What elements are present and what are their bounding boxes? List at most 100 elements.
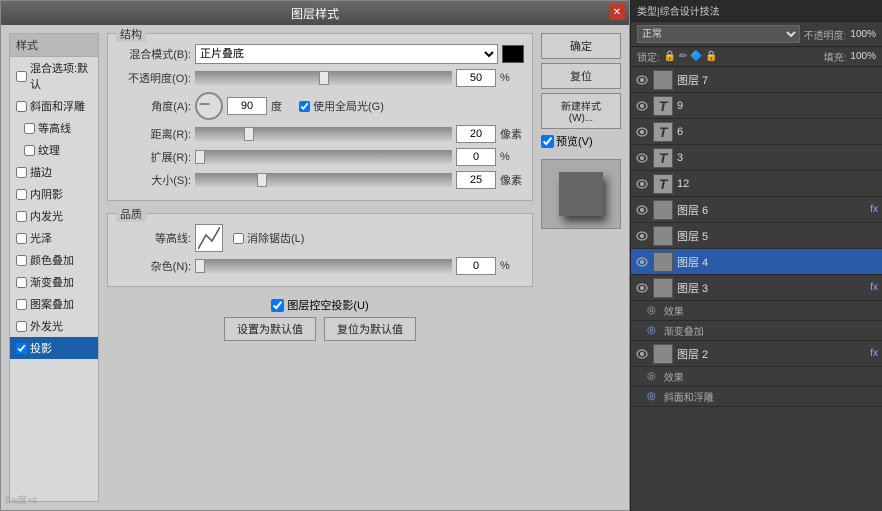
dialog-close-button[interactable]: ✕ [609, 4, 625, 20]
dialog-title: 图层样式 [291, 5, 339, 22]
layer-eye-0[interactable] [635, 73, 649, 87]
layer-eye-1[interactable] [635, 99, 649, 113]
layer-thumb-5 [653, 200, 673, 220]
layer-eye-3[interactable] [635, 151, 649, 165]
layer-eye-9[interactable] [635, 347, 649, 361]
fill-label: 填充: [824, 49, 847, 64]
layer-thumb-9 [653, 344, 673, 364]
reset-default-button[interactable]: 复位为默认值 [324, 317, 416, 341]
layer-opacity-label: 不透明度: [804, 27, 847, 42]
layer-item-8[interactable]: 图层 3fx [631, 275, 882, 301]
layer-thumb-7 [653, 252, 673, 272]
antialias-label: 消除锯齿(L) [233, 230, 304, 246]
layer-eye-4[interactable] [635, 177, 649, 191]
sidebar-checkbox-2[interactable] [24, 123, 35, 134]
preview-checkbox[interactable] [541, 135, 554, 148]
layer-thumb-0 [653, 70, 673, 90]
layer-item-7[interactable]: 图层 4 [631, 249, 882, 275]
noise-input[interactable] [456, 257, 496, 275]
sidebar-item-3[interactable]: 纹理 [10, 139, 98, 161]
global-light-checkbox[interactable] [299, 101, 310, 112]
sidebar-item-10[interactable]: 图案叠加 [10, 293, 98, 315]
sidebar-checkbox-3[interactable] [24, 145, 35, 156]
sidebar-checkbox-6[interactable] [16, 211, 27, 222]
layer-thumb-3: T [653, 148, 673, 168]
layer-name-1: 9 [677, 100, 878, 112]
sidebar-checkbox-5[interactable] [16, 189, 27, 200]
angle-input[interactable] [227, 97, 267, 115]
sidebar-checkbox-11[interactable] [16, 321, 27, 332]
distance-input[interactable] [456, 125, 496, 143]
sidebar-item-12[interactable]: 投影 [10, 337, 98, 359]
sidebar-checkbox-7[interactable] [16, 233, 27, 244]
size-slider[interactable] [195, 173, 452, 187]
size-input[interactable] [456, 171, 496, 189]
layer-item-5[interactable]: 图层 6fx [631, 197, 882, 223]
opacity-slider[interactable] [195, 71, 452, 85]
distance-label: 距离(R): [116, 126, 191, 142]
sidebar-item-5[interactable]: 内阴影 [10, 183, 98, 205]
layer-item-4[interactable]: T12 [631, 171, 882, 197]
noise-slider[interactable] [195, 259, 452, 273]
antialias-checkbox[interactable] [233, 233, 244, 244]
layer-style-dialog: 图层样式 ✕ 样式 混合选项:默认斜面和浮雕等高线纹理描边内阴影内发光光泽颜色叠… [0, 0, 630, 511]
distance-row: 距离(R): 像素 [116, 125, 524, 143]
sidebar-checkbox-4[interactable] [16, 167, 27, 178]
layer-item-0[interactable]: 图层 7 [631, 67, 882, 93]
cancel-button[interactable]: 复位 [541, 63, 621, 89]
ok-button[interactable]: 确定 [541, 33, 621, 59]
opacity-input[interactable] [456, 69, 496, 87]
layer-effect-8-1: ◎渐变叠加 [631, 321, 882, 341]
sidebar-item-1[interactable]: 斜面和浮雕 [10, 95, 98, 117]
layer-eye-7[interactable] [635, 255, 649, 269]
sidebar-checkbox-8[interactable] [16, 255, 27, 266]
sidebar-item-2[interactable]: 等高线 [10, 117, 98, 139]
set-default-button[interactable]: 设置为默认值 [224, 317, 316, 341]
sidebar-checkbox-9[interactable] [16, 277, 27, 288]
distance-unit: 像素 [500, 126, 524, 142]
layer-item-9[interactable]: 图层 2 fx [631, 341, 882, 367]
quality-group: 品质 等高线: 消除锯齿(L) 杂色(N): [107, 213, 533, 287]
layers-header: 类型|综合设计技法 [631, 0, 882, 22]
blend-mode-row: 混合模式(B): 正片叠底 [116, 44, 524, 64]
knockout-checkbox[interactable] [271, 299, 284, 312]
layer-fx-9: fx [870, 348, 878, 359]
color-swatch[interactable] [502, 45, 524, 63]
layer-blend-select[interactable]: 正常 [637, 25, 800, 43]
layer-eye-8[interactable] [635, 281, 649, 295]
spread-input[interactable] [456, 148, 496, 166]
sidebar-checkbox-1[interactable] [16, 101, 27, 112]
sidebar-item-7[interactable]: 光泽 [10, 227, 98, 249]
layer-item-2[interactable]: T6 [631, 119, 882, 145]
sidebar-item-9[interactable]: 渐变叠加 [10, 271, 98, 293]
contour-preview[interactable] [195, 224, 223, 252]
layer-eye-6[interactable] [635, 229, 649, 243]
angle-needle [199, 104, 209, 105]
sidebar-checkbox-0[interactable] [16, 71, 27, 82]
structure-group: 结构 混合模式(B): 正片叠底 不透明度(O): % [107, 33, 533, 201]
layers-panel: 类型|综合设计技法 正常 不透明度: 100% 锁定: 🔒 ✏ 🔷 🔒 填充: … [630, 0, 882, 511]
sidebar-item-11[interactable]: 外发光 [10, 315, 98, 337]
sidebar-item-8[interactable]: 颜色叠加 [10, 249, 98, 271]
sidebar-title: 样式 [10, 34, 98, 57]
sidebar-item-4[interactable]: 描边 [10, 161, 98, 183]
sidebar-item-6[interactable]: 内发光 [10, 205, 98, 227]
layer-name-9: 图层 2 [677, 346, 866, 362]
layer-item-3[interactable]: T3 [631, 145, 882, 171]
layer-opacity-value: 100% [850, 29, 876, 40]
sidebar-item-0[interactable]: 混合选项:默认 [10, 57, 98, 95]
contour-label: 等高线: [116, 230, 191, 246]
layer-item-1[interactable]: T9 [631, 93, 882, 119]
preview-checkbox-label: 预览(V) [541, 133, 621, 149]
sidebar-checkbox-10[interactable] [16, 299, 27, 310]
layer-eye-5[interactable] [635, 203, 649, 217]
new-style-button[interactable]: 新建样式(W)... [541, 93, 621, 129]
spread-slider[interactable] [195, 150, 452, 164]
distance-slider[interactable] [195, 127, 452, 141]
sidebar-checkbox-12[interactable] [16, 343, 27, 354]
layer-item-6[interactable]: 图层 5 [631, 223, 882, 249]
angle-dial[interactable] [195, 92, 223, 120]
size-unit: 像素 [500, 172, 524, 188]
blend-mode-select[interactable]: 正片叠底 [195, 44, 498, 64]
layer-eye-2[interactable] [635, 125, 649, 139]
